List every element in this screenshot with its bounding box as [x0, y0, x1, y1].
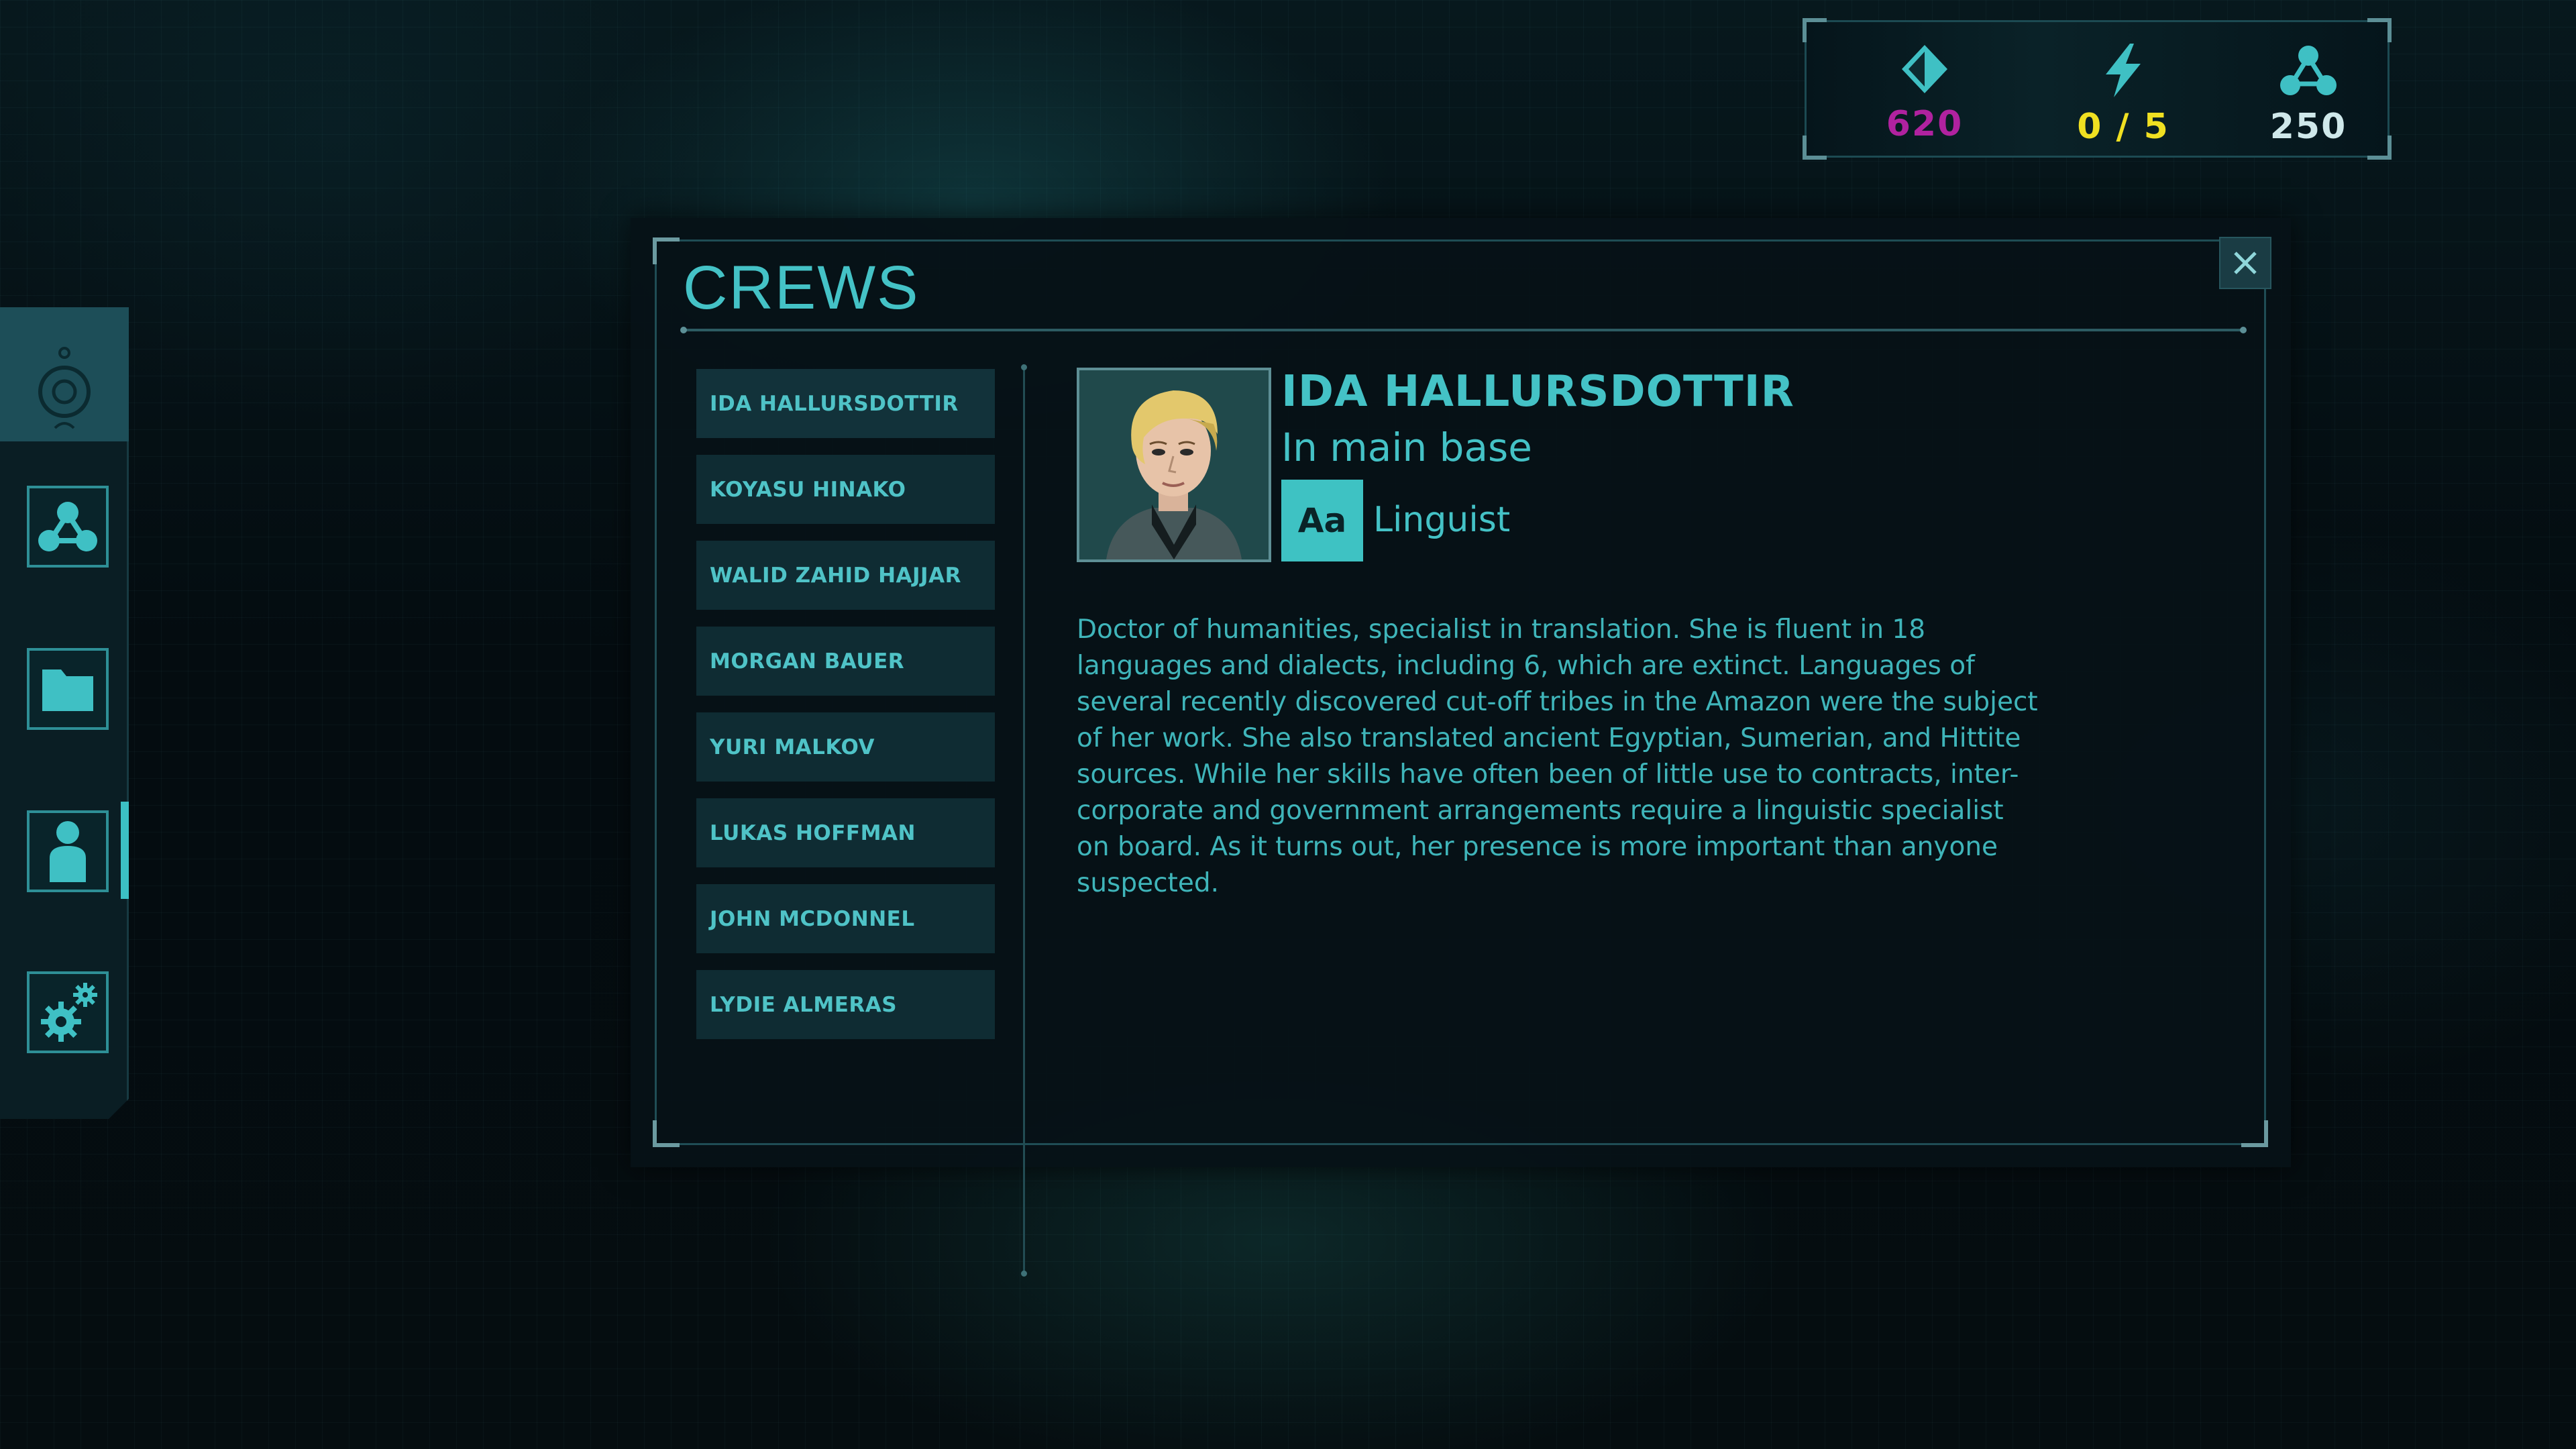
lightning-icon	[2106, 44, 2141, 97]
sidebar-item-network[interactable]	[27, 486, 109, 568]
list-divider	[1021, 364, 1027, 1277]
crew-list-item[interactable]: IDA HALLURSDOTTIR	[696, 369, 995, 438]
crews-panel: CREWS IDA HALLURSDOTTIR KOYASU HINAKO WA…	[631, 218, 2291, 1277]
portrait-image	[1079, 370, 1269, 559]
crew-description: Doctor of humanities, specialist in tran…	[1077, 614, 2038, 898]
close-button[interactable]	[2219, 237, 2271, 289]
resource-bar: 620 0 / 5 250	[1803, 18, 2392, 160]
sidebar-item-settings[interactable]	[27, 971, 109, 1053]
network-nodes-icon	[38, 502, 97, 551]
crew-list-item[interactable]: YURI MALKOV	[696, 712, 995, 782]
crew-list: IDA HALLURSDOTTIR KOYASU HINAKO WALID ZA…	[696, 369, 995, 1056]
corner-bracket	[653, 237, 680, 264]
crew-role: Linguist	[1373, 500, 1511, 540]
crew-list-item[interactable]: KOYASU HINAKO	[696, 455, 995, 524]
corner-bracket	[1803, 136, 1827, 160]
title-divider	[680, 327, 2247, 333]
network-nodes-icon	[2280, 46, 2337, 95]
corner-bracket	[2367, 18, 2392, 42]
close-icon	[2234, 252, 2257, 274]
crew-name: IDA HALLURSDOTTIR	[1281, 367, 1794, 417]
crew-list-item[interactable]: LUKAS HOFFMAN	[696, 798, 995, 867]
sidebar	[0, 307, 129, 1119]
sidebar-item-crews[interactable]	[27, 810, 109, 892]
corner-bracket	[1803, 18, 1827, 42]
credits-value: 620	[1886, 104, 1964, 144]
sidebar-header	[0, 307, 129, 441]
corner-bracket	[2241, 1120, 2268, 1147]
crew-list-item[interactable]: JOHN MCDONNEL	[696, 884, 995, 953]
panel-title: CREWS	[683, 254, 920, 322]
crew-location: In main base	[1281, 425, 1532, 470]
person-icon	[50, 821, 86, 882]
network-resource: 250	[2241, 42, 2375, 147]
credits-resource: 620	[1858, 42, 1992, 144]
role-badge-icon: Aa	[1281, 480, 1363, 561]
gears-icon	[41, 983, 97, 1042]
diamond-icon	[1902, 45, 1947, 93]
folder-icon	[42, 669, 93, 711]
crew-list-item[interactable]: WALID ZAHID HAJJAR	[696, 541, 995, 610]
crew-list-item[interactable]: MORGAN BAUER	[696, 627, 995, 696]
energy-resource: 0 / 5	[2056, 42, 2190, 147]
energy-value: 0 / 5	[2077, 107, 2169, 147]
target-ring-icon	[38, 347, 91, 429]
sidebar-active-indicator	[121, 802, 129, 899]
crew-portrait	[1077, 368, 1271, 562]
corner-bracket	[653, 1120, 680, 1147]
crew-list-item[interactable]: LYDIE ALMERAS	[696, 970, 995, 1039]
sidebar-item-files[interactable]	[27, 648, 109, 730]
network-value: 250	[2269, 107, 2347, 147]
